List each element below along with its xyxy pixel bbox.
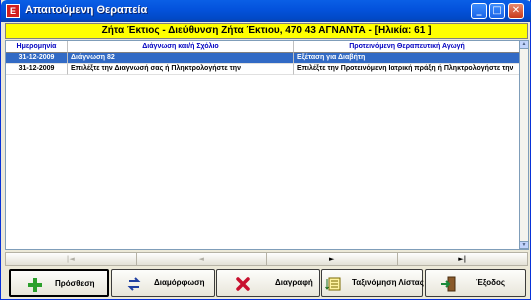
cell-date[interactable]: 31-12-2009 <box>6 64 68 75</box>
exit-button[interactable]: Έξοδος <box>425 269 526 297</box>
sort-list-button-label: Ταξινόμηση Λίστας <box>352 278 424 287</box>
configure-button[interactable]: Διαμόρφωση <box>111 269 215 297</box>
delete-x-icon <box>236 277 250 291</box>
treatment-window: E Απαιτούμενη Θεραπεία _ □ ✕ Ζήτα Έκτιος… <box>0 0 531 300</box>
column-header-date[interactable]: Ημερομηνία <box>6 41 68 53</box>
plus-icon <box>28 278 42 292</box>
swap-arrows-icon <box>127 277 141 291</box>
scroll-down-arrow-icon[interactable]: ▼ <box>520 241 528 249</box>
cell-diagnosis[interactable]: Επιλέξτε την Διαγνωσή σας ή Πληκτρολογήσ… <box>68 64 294 75</box>
nav-last-button[interactable]: ►| <box>396 252 528 266</box>
column-header-treatment[interactable]: Προτεινόμενη Θεραπευτική Αγωγή <box>294 41 519 53</box>
maximize-button[interactable]: □ <box>489 3 505 19</box>
action-bar: Πρόσθεση Διαμόρφωση Διαγραφή Ταξινόμηση … <box>5 269 528 297</box>
delete-button-label: Διαγραφή <box>275 278 313 287</box>
nav-next-button[interactable]: ► <box>266 252 397 266</box>
column-header-diagnosis[interactable]: Διάγνωση και/ή Σχόλιο <box>68 41 294 53</box>
nav-first-button[interactable]: |◄ <box>5 252 136 266</box>
title-bar[interactable]: E Απαιτούμενη Θεραπεία _ □ ✕ <box>1 0 531 22</box>
scroll-up-arrow-icon[interactable]: ▲ <box>520 41 528 49</box>
window-title: Απαιτούμενη Θεραπεία <box>25 4 148 16</box>
patient-banner: Ζήτα Έκτιος - Διεύθυνση Ζήτα Έκτιου, 470… <box>5 23 528 39</box>
cell-diagnosis[interactable]: Διάγνωση 82 <box>68 53 294 64</box>
close-button[interactable]: ✕ <box>508 3 524 19</box>
add-button[interactable]: Πρόσθεση <box>9 269 109 297</box>
treatment-grid[interactable]: Ημερομηνία Διάγνωση και/ή Σχόλιο Προτειν… <box>5 40 520 250</box>
nav-prev-button[interactable]: ◄ <box>135 252 266 266</box>
add-button-label: Πρόσθεση <box>55 279 95 288</box>
sort-list-icon <box>325 277 341 291</box>
configure-button-label: Διαμόρφωση <box>154 278 205 287</box>
delete-button[interactable]: Διαγραφή <box>216 269 320 297</box>
exit-door-icon <box>441 276 456 292</box>
minimize-button[interactable]: _ <box>471 3 487 19</box>
record-navigator: |◄ ◄ ► ►| <box>5 252 528 266</box>
cell-treatment[interactable]: Επιλέξτε την Προτεινόμενη Ιατρική πράξη … <box>294 64 519 75</box>
exit-button-label: Έξοδος <box>476 278 506 287</box>
table-row[interactable]: 31-12-2009 Επιλέξτε την Διαγνωσή σας ή Π… <box>6 64 519 75</box>
sort-list-button[interactable]: Ταξινόμηση Λίστας <box>321 269 424 297</box>
cell-treatment[interactable]: Εξέταση για Διαβήτη <box>294 53 519 64</box>
cell-date[interactable]: 31-12-2009 <box>6 53 68 64</box>
table-row[interactable]: 31-12-2009 Διάγνωση 82 Εξέταση για Διαβή… <box>6 53 519 64</box>
vertical-scrollbar[interactable]: ▲ ▼ <box>520 40 529 250</box>
grid-header: Ημερομηνία Διάγνωση και/ή Σχόλιο Προτειν… <box>6 41 519 53</box>
app-icon: E <box>6 4 20 18</box>
